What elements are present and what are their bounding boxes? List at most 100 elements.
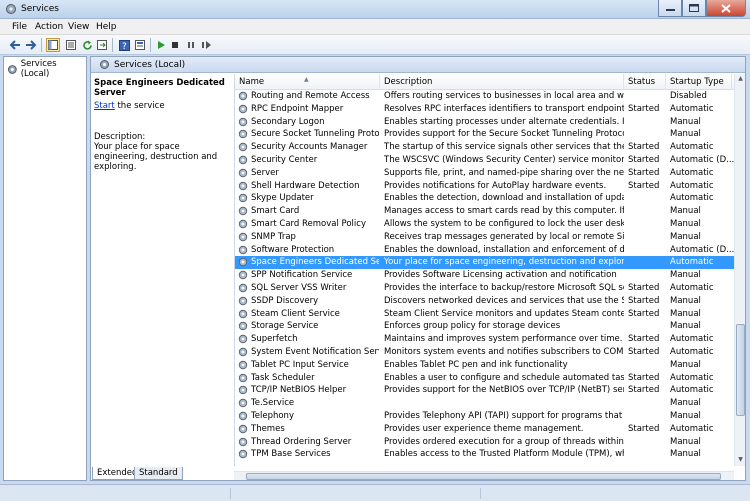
service-gear-icon <box>238 283 248 293</box>
service-name: Smart Card Removal Policy <box>251 219 366 229</box>
scroll-thumb[interactable] <box>736 324 745 416</box>
service-startup-type: Manual <box>670 295 701 306</box>
service-row[interactable]: Shell Hardware Detection Provides notific… <box>235 180 745 193</box>
extended-description-pane: Space Engineers Dedicated Server Start t… <box>91 74 233 466</box>
service-description: Enables a user to configure and schedule… <box>384 372 624 383</box>
list-view-button[interactable] <box>64 38 78 52</box>
service-gear-icon <box>238 309 248 318</box>
service-row[interactable]: Tablet PC Input Service Enables Tablet PC… <box>235 359 745 372</box>
minimize-button[interactable] <box>658 0 682 17</box>
service-row[interactable]: TCP/IP NetBIOS Helper Provides support fo… <box>235 384 745 397</box>
service-description: Provides the interface to backup/restore… <box>384 283 624 293</box>
service-gear-icon <box>238 296 248 305</box>
service-row[interactable]: Security Center The WSCSVC (Windows Secur… <box>235 154 745 167</box>
tree-node-services-local[interactable]: Services (Local) <box>7 59 86 79</box>
column-header-name[interactable]: ▲ Name <box>235 74 380 90</box>
service-row[interactable]: SPP Notification Service Provides Softwar… <box>235 269 745 282</box>
maximize-button[interactable] <box>682 0 706 17</box>
service-description: Your place for space engineering, destru… <box>384 257 624 268</box>
console-tree-icon <box>48 40 58 50</box>
service-row[interactable]: Thread Ordering Server Provides ordered e… <box>235 436 745 449</box>
service-row[interactable]: Space Engineers Dedicated Server Your pla… <box>235 256 745 270</box>
stop-service-button[interactable] <box>168 38 182 52</box>
service-status: Started <box>628 155 660 165</box>
pause-icon <box>188 42 194 48</box>
help-button[interactable]: ? <box>117 38 131 52</box>
status-bar <box>0 484 750 501</box>
service-row[interactable]: RPC Endpoint Mapper Resolves RPC interfac… <box>235 103 745 116</box>
export-list-button[interactable] <box>95 38 109 52</box>
menu-file[interactable]: File <box>12 22 27 32</box>
service-startup-type: Automatic <box>670 347 714 357</box>
pause-service-button[interactable] <box>184 38 198 52</box>
service-row[interactable]: Task Scheduler Enables a user to configur… <box>235 372 745 385</box>
service-row[interactable]: Secondary Logon Enables starting processe… <box>235 116 745 129</box>
service-action-text: the service <box>114 101 165 111</box>
service-row[interactable]: SQL Server VSS Writer Provides the interf… <box>235 282 745 295</box>
menu-view[interactable]: View <box>68 22 89 32</box>
column-header-startup-type[interactable]: Startup Type <box>666 74 732 90</box>
services-list: ▲ Name Description Status Startup Type L… <box>234 74 745 466</box>
service-row[interactable]: Telephony Provides Telephony API (TAPI) s… <box>235 410 745 423</box>
horizontal-scroll-thumb[interactable] <box>246 473 721 480</box>
service-row[interactable]: Skype Updater Enables the detection, down… <box>235 192 745 205</box>
service-row[interactable]: Software Protection Enables the download,… <box>235 244 745 257</box>
menu-help[interactable]: Help <box>96 22 117 32</box>
column-header-description[interactable]: Description <box>380 74 624 90</box>
service-name: Skype Updater <box>251 193 314 204</box>
service-row[interactable]: Server Supports file, print, and named-pi… <box>235 167 745 180</box>
back-button[interactable] <box>8 38 22 52</box>
service-startup-type: Automatic <box>670 167 714 178</box>
service-row[interactable]: Superfetch Maintains and improves system … <box>235 333 745 346</box>
service-gear-icon <box>238 117 248 126</box>
service-gear-icon <box>238 270 248 280</box>
service-startup-type: Manual <box>670 411 701 421</box>
service-row[interactable]: Steam Client Service Steam Client Service… <box>235 308 745 321</box>
vertical-scrollbar[interactable]: ▲ ▼ <box>734 74 745 466</box>
start-service-button[interactable] <box>154 38 168 52</box>
service-description: Allows the system to be configured to lo… <box>384 219 624 229</box>
service-row[interactable]: SNMP Trap Receives trap messages generate… <box>235 231 745 244</box>
service-row[interactable]: SSDP Discovery Discovers networked device… <box>235 295 745 308</box>
service-row[interactable]: Routing and Remote Access Offers routing … <box>235 90 745 103</box>
service-status: Started <box>628 283 660 293</box>
service-name: TPM Base Services <box>251 449 331 460</box>
title-bar[interactable]: Services <box>0 0 750 19</box>
service-row[interactable]: Storage Service Enforces group policy for… <box>235 320 745 333</box>
service-description: Steam Client Service monitors and update… <box>384 308 624 319</box>
restart-service-button[interactable] <box>199 38 213 52</box>
service-row[interactable]: TPM Base Services Enables access to the T… <box>235 448 745 461</box>
service-description: Maintains and improves system performanc… <box>384 334 623 345</box>
column-headers: ▲ Name Description Status Startup Type L <box>235 74 745 90</box>
column-header-status[interactable]: Status <box>624 74 666 90</box>
show-hide-console-tree-button[interactable] <box>46 38 60 52</box>
service-gear-icon <box>238 194 248 203</box>
refresh-button[interactable] <box>80 38 94 52</box>
service-name: RPC Endpoint Mapper <box>251 103 344 114</box>
service-startup-type: Automatic <box>670 385 714 396</box>
close-button[interactable] <box>706 0 746 17</box>
service-name: Routing and Remote Access <box>251 91 370 101</box>
tree-node-label: Services (Local) <box>20 59 57 79</box>
service-row[interactable]: Secure Socket Tunneling Protocol ... Prov… <box>235 128 745 141</box>
service-startup-type: Manual <box>670 308 701 319</box>
scroll-up-icon[interactable]: ▲ <box>736 75 745 84</box>
service-description: Supports file, print, and named-pipe sha… <box>384 167 624 178</box>
start-service-link[interactable]: Start <box>94 101 115 111</box>
service-row[interactable]: Smart Card Manages access to smart cards … <box>235 205 745 218</box>
service-row[interactable]: Smart Card Removal Policy Allows the syst… <box>235 218 745 231</box>
menu-action[interactable]: Action <box>35 22 63 32</box>
horizontal-scrollbar[interactable] <box>234 471 734 480</box>
tab-standard[interactable]: Standard <box>134 467 183 480</box>
service-description: Enables access to the Trusted Platform M… <box>384 449 624 460</box>
service-row[interactable]: Themes Provides user experience theme man… <box>235 423 745 436</box>
service-row[interactable]: Te.ServiceManualL <box>235 397 745 410</box>
service-gear-icon <box>238 373 248 382</box>
service-row[interactable]: System Event Notification Service Monitor… <box>235 346 745 359</box>
properties-button[interactable] <box>133 38 147 52</box>
forward-button[interactable] <box>24 38 38 52</box>
service-row[interactable]: Security Accounts Manager The startup of … <box>235 141 745 154</box>
service-startup-type: Manual <box>670 219 701 229</box>
service-gear-icon <box>238 437 248 446</box>
scroll-down-icon[interactable]: ▼ <box>736 456 745 465</box>
